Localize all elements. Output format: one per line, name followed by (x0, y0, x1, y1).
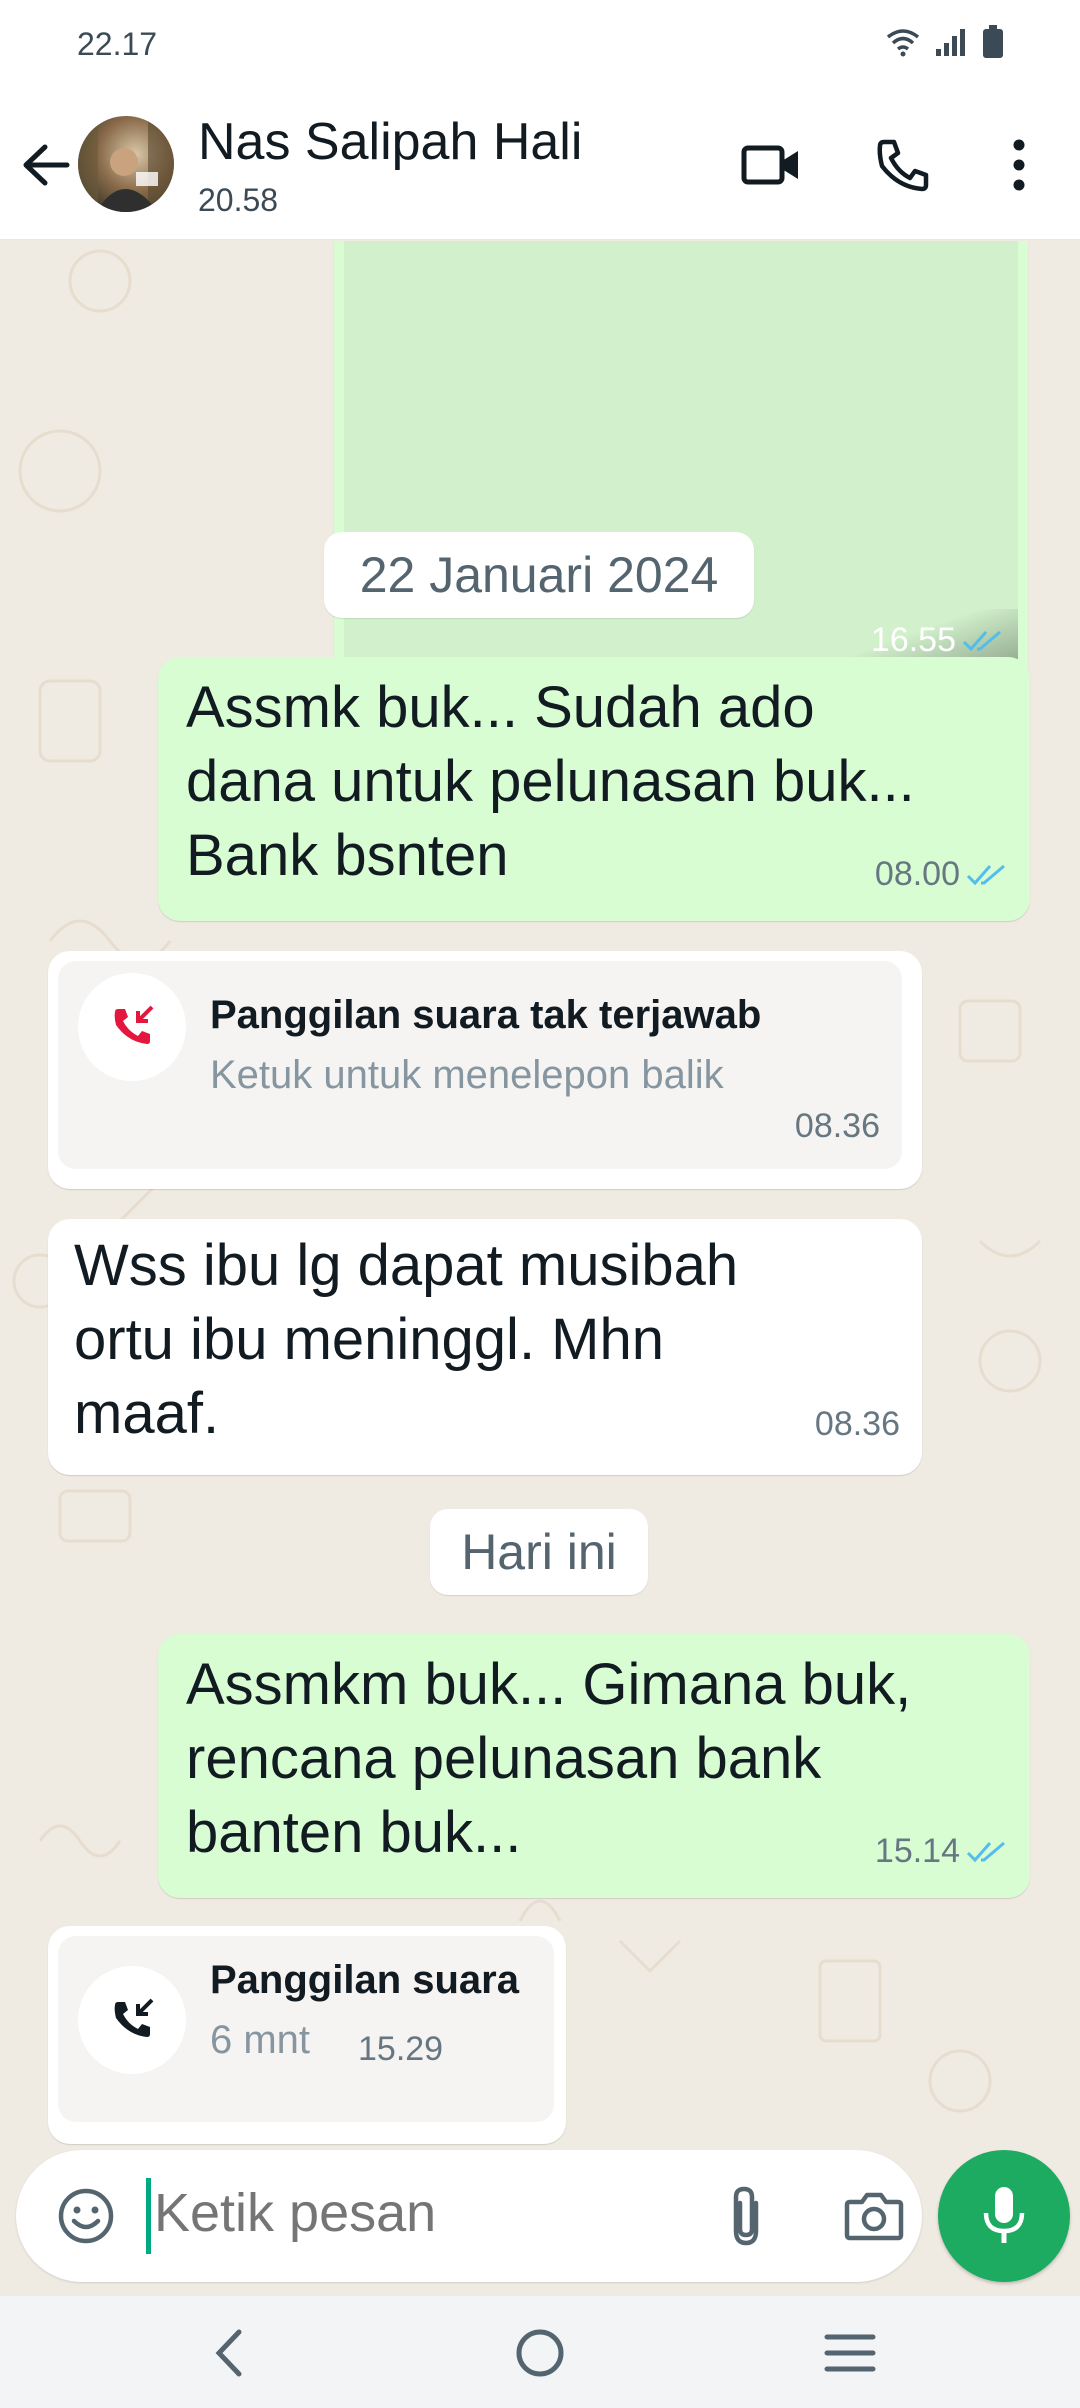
nav-back-icon (215, 2329, 242, 2377)
back-button[interactable] (16, 130, 76, 200)
voice-call-icon (877, 139, 929, 192)
text-caret (146, 2178, 151, 2254)
message-time: 15.14 (874, 1832, 960, 1870)
nav-recents-button[interactable] (810, 2318, 890, 2388)
signal-icon (934, 27, 968, 62)
attach-button[interactable] (710, 2180, 782, 2252)
missed-call-icon-wrap (78, 973, 186, 1081)
attach-icon (733, 2186, 759, 2246)
voice-call-button[interactable] (868, 130, 938, 200)
outgoing-message[interactable]: Assmkm buk... Gimana buk, rencana peluna… (158, 1634, 1030, 1898)
message-meta: 08.00 (875, 855, 1008, 894)
call-title: Panggilan suara (210, 1958, 519, 2002)
double-check-icon (966, 1841, 1005, 1862)
nav-back-button[interactable] (188, 2318, 268, 2388)
voice-call-card[interactable]: Panggilan suara 6 mnt 15.29 (58, 1936, 554, 2122)
message-text: Assmkm buk... Gimana buk, rencana peluna… (186, 1652, 912, 1865)
status-bar: 22.17 (0, 0, 1080, 90)
incoming-call-icon (114, 1998, 154, 2037)
incoming-message[interactable]: Wss ibu lg dapat musibah ortu ibu mening… (48, 1219, 922, 1475)
nav-recents-icon (824, 2334, 876, 2372)
video-call-button[interactable] (736, 130, 806, 200)
message-meta: 15.14 (875, 1832, 1008, 1871)
camera-button[interactable] (838, 2180, 910, 2252)
battery-icon (982, 24, 1004, 64)
message-composer (16, 2150, 922, 2282)
message-text: Assmk buk... Sudah ado dana untuk peluna… (186, 675, 915, 888)
status-time: 22.17 (77, 26, 158, 62)
message-time: 08.36 (814, 1405, 900, 1443)
more-options-icon (1013, 139, 1025, 191)
message-time: 08.36 (794, 1107, 880, 1145)
voice-call-message[interactable]: Panggilan suara 6 mnt 15.29 (48, 1926, 566, 2144)
voice-message-button[interactable] (938, 2150, 1070, 2282)
mic-icon (983, 2187, 1025, 2243)
call-title: Panggilan suara tak terjawab (210, 993, 762, 1037)
wifi-icon (886, 27, 920, 62)
voice-call-icon-wrap (78, 1966, 186, 2074)
emoji-icon (58, 2188, 114, 2244)
chat-header: Nas Salipah Hali 20.58 (0, 90, 1080, 240)
video-call-icon (741, 145, 798, 185)
more-options-button[interactable] (984, 130, 1054, 200)
emoji-button[interactable] (50, 2180, 122, 2252)
status-icons (886, 22, 1004, 66)
message-meta: 16.55 (871, 621, 1004, 660)
call-subtitle: Ketuk untuk menelepon balik (210, 1053, 724, 1097)
date-separator: Hari ini (430, 1509, 648, 1595)
double-check-icon (966, 864, 1005, 885)
outgoing-message[interactable]: Assmk buk... Sudah ado dana untuk peluna… (158, 657, 1030, 921)
missed-call-card[interactable]: Panggilan suara tak terjawab Ketuk untuk… (58, 961, 902, 1169)
message-time: 08.00 (874, 855, 960, 893)
back-arrow-icon (23, 144, 70, 186)
last-seen: 20.58 (198, 182, 279, 218)
missed-call-message[interactable]: Panggilan suara tak terjawab Ketuk untuk… (48, 951, 922, 1189)
chat-area[interactable]: 16.55 22 Januari 2024 Assmk buk... Sudah… (0, 241, 1080, 2146)
message-time: 16.55 (870, 621, 956, 659)
message-text: Wss ibu lg dapat musibah ortu ibu mening… (74, 1233, 739, 1446)
nav-home-button[interactable] (500, 2318, 580, 2388)
contact-name[interactable]: Nas Salipah Hali (198, 112, 582, 172)
missed-call-icon (114, 1005, 154, 1044)
call-duration: 6 mnt (210, 2018, 311, 2062)
double-check-icon (962, 630, 1001, 651)
message-time: 15.29 (358, 2030, 444, 2068)
date-separator: 22 Januari 2024 (324, 532, 754, 618)
system-navbar (0, 2296, 1080, 2408)
contact-avatar[interactable] (78, 116, 174, 212)
message-input[interactable] (154, 2182, 714, 2244)
nav-home-icon (516, 2329, 564, 2377)
camera-icon (844, 2192, 904, 2241)
